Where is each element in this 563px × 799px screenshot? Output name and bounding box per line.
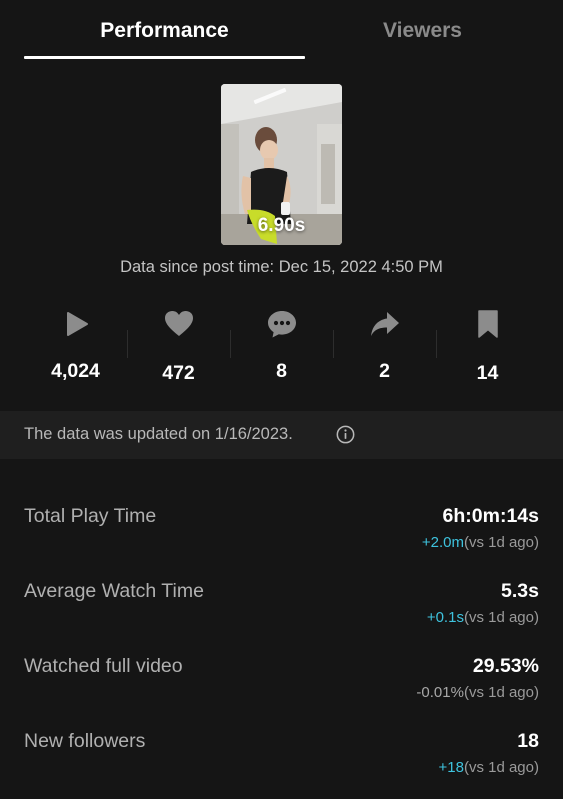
share-icon <box>370 312 399 336</box>
likes-count: 472 <box>162 362 195 384</box>
video-thumbnail[interactable]: 6.90s <box>221 84 342 245</box>
metric-change: +0.1s(vs 1d ago) <box>427 609 539 626</box>
plays-count: 4,024 <box>51 360 100 382</box>
tab-performance[interactable]: Performance <box>24 14 305 48</box>
metric-average-watch-time: Average Watch Time 5.3s +0.1s(vs 1d ago) <box>24 580 539 640</box>
metric-total-play-time: Total Play Time 6h:0m:14s +2.0m(vs 1d ag… <box>24 505 539 565</box>
metric-change: -0.01%(vs 1d ago) <box>416 684 539 701</box>
metric-delta: -0.01% <box>416 684 464 701</box>
post-analytics-screen: Performance Viewers 6.90s Data since pos… <box>0 0 563 799</box>
tab-viewers[interactable]: Viewers <box>282 14 563 48</box>
metric-delta: +2.0m <box>421 534 464 551</box>
metric-vs-label: (vs 1d ago) <box>463 684 539 701</box>
comments-count: 8 <box>276 360 287 382</box>
saves-count: 14 <box>476 362 499 384</box>
metric-label: Average Watch Time <box>24 580 204 602</box>
metric-label: Watched full video <box>24 655 183 677</box>
metric-value: 29.53% <box>472 655 539 677</box>
stat-saves: 14 <box>436 300 539 395</box>
metric-watched-full-video: Watched full video 29.53% -0.01%(vs 1d a… <box>24 655 539 715</box>
heart-icon <box>164 311 193 336</box>
engagement-stats: 4,024 472 8 2 14 <box>24 300 539 395</box>
update-notice-text: The data was updated on 1/16/2023. <box>24 425 293 443</box>
metric-new-followers: New followers 18 +18(vs 1d ago) <box>24 730 539 790</box>
stat-plays: 4,024 <box>24 300 127 395</box>
metric-delta: +18 <box>438 759 464 776</box>
shares-count: 2 <box>379 360 390 382</box>
metric-value: 18 <box>517 730 539 752</box>
metric-change: +18(vs 1d ago) <box>439 759 540 776</box>
metric-vs-label: (vs 1d ago) <box>463 759 539 776</box>
stat-shares: 2 <box>333 300 436 395</box>
info-icon[interactable] <box>336 425 355 444</box>
data-since-text: Data since post time: Dec 15, 2022 4:50 … <box>120 258 443 276</box>
play-icon <box>66 312 88 336</box>
metric-vs-label: (vs 1d ago) <box>463 534 539 551</box>
metric-label: New followers <box>24 730 146 752</box>
update-notice-bar: The data was updated on 1/16/2023. <box>0 411 563 459</box>
metric-delta: +0.1s <box>426 609 464 626</box>
stat-likes: 472 <box>127 300 230 395</box>
tab-bar: Performance Viewers <box>0 0 563 62</box>
active-tab-indicator <box>24 56 305 59</box>
bookmark-icon <box>477 310 498 338</box>
metric-label: Total Play Time <box>24 505 157 527</box>
metric-change: +2.0m(vs 1d ago) <box>422 534 539 551</box>
metric-value: 5.3s <box>501 580 539 602</box>
metric-value: 6h:0m:14s <box>442 505 539 527</box>
video-duration: 6.90s <box>257 215 306 236</box>
metric-vs-label: (vs 1d ago) <box>463 609 539 626</box>
comment-icon <box>267 311 296 338</box>
stat-comments: 8 <box>230 300 333 395</box>
